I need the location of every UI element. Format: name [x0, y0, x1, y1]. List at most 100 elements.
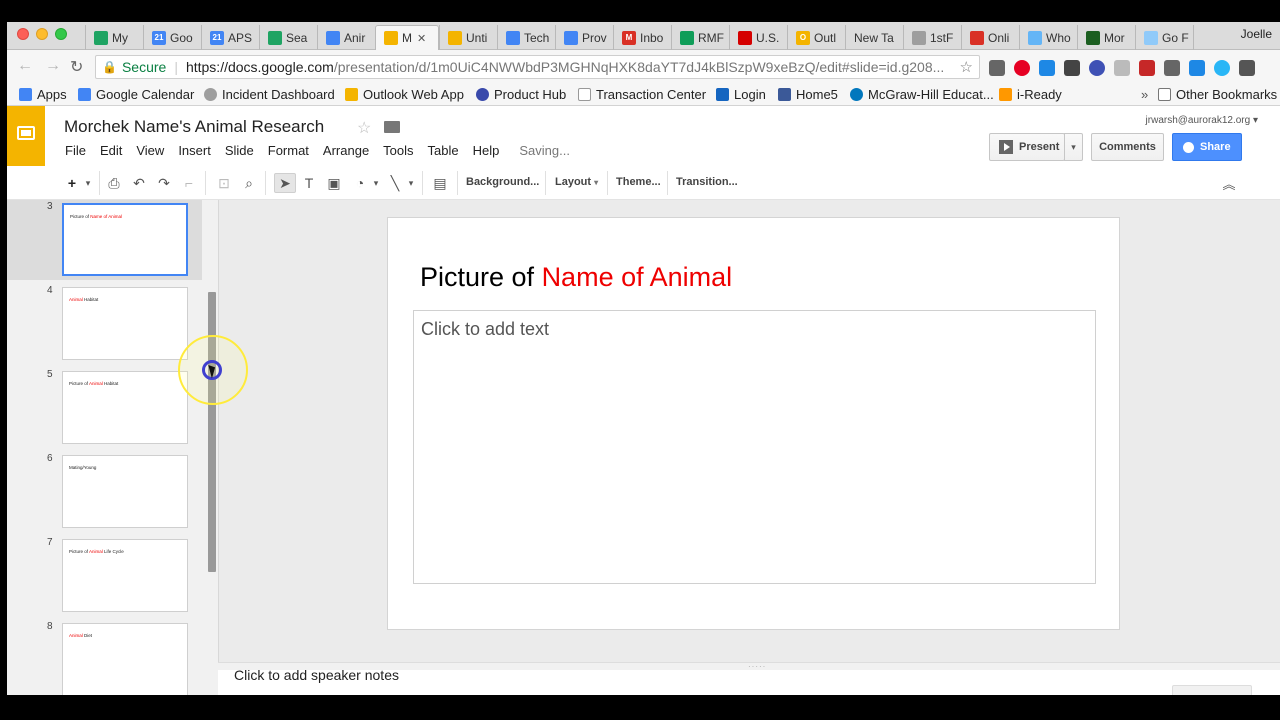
minimize-window-button[interactable] — [36, 28, 48, 40]
line-chevron-icon[interactable]: ▾ — [406, 173, 416, 193]
zoom-window-button[interactable] — [55, 28, 67, 40]
present-button[interactable]: Present — [989, 133, 1065, 161]
close-window-button[interactable] — [17, 28, 29, 40]
browser-tab[interactable]: 1stF — [903, 25, 961, 50]
menu-tools[interactable]: Tools — [383, 143, 413, 158]
browser-tab[interactable]: Unti — [439, 25, 497, 50]
extension-icon[interactable] — [1064, 60, 1080, 76]
bookmark-item[interactable]: Home5 — [778, 87, 838, 102]
bookmark-item[interactable]: Product Hub — [476, 87, 566, 102]
bookmark-item[interactable]: Google Calendar — [78, 87, 194, 102]
slide-thumbnail[interactable]: Animal Habitat — [62, 287, 188, 360]
folder-icon[interactable] — [384, 121, 400, 133]
slide-thumbnail[interactable]: Picture of Animal Habitat — [62, 371, 188, 444]
browser-tab[interactable]: Anir — [317, 25, 375, 50]
speaker-notes[interactable]: Click to add speaker notes — [218, 667, 1280, 695]
bookmark-item[interactable]: Transaction Center — [578, 87, 706, 102]
browser-tab[interactable]: New Ta — [845, 25, 903, 50]
browser-tab[interactable]: Tech — [497, 25, 555, 50]
bookmark-item[interactable]: McGraw-Hill Educat... — [850, 87, 994, 102]
print-icon[interactable]: ⎙ — [104, 173, 124, 193]
new-slide-chevron-icon[interactable]: ▾ — [82, 173, 94, 193]
other-bookmarks[interactable]: Other Bookmarks — [1158, 87, 1277, 102]
new-tab-button[interactable] — [1193, 25, 1233, 50]
menu-edit[interactable]: Edit — [100, 143, 122, 158]
menu-insert[interactable]: Insert — [178, 143, 211, 158]
undo-icon[interactable]: ↶ — [129, 173, 149, 193]
bookmark-item[interactable]: i-Ready — [999, 87, 1062, 102]
current-slide[interactable]: Picture of Name of Animal Click to add t… — [387, 217, 1120, 630]
browser-tab[interactable]: Sea — [259, 25, 317, 50]
bookmark-star-icon[interactable]: ☆ — [960, 58, 973, 76]
menu-icon[interactable] — [1239, 60, 1255, 76]
layout-button[interactable]: Layout ▾ — [555, 176, 598, 188]
browser-tab[interactable]: My — [85, 25, 143, 50]
forward-arrow-icon[interactable]: → — [45, 57, 61, 75]
paint-format-icon[interactable]: ⌐ — [179, 173, 199, 193]
slide-thumbnail[interactable]: Picture of Name of Animal — [62, 203, 188, 276]
menu-help[interactable]: Help — [473, 143, 500, 158]
browser-tab[interactable]: Onli — [961, 25, 1019, 50]
collapse-chevron-icon[interactable]: ︽ — [1219, 173, 1239, 193]
share-button[interactable]: Share — [1172, 133, 1242, 161]
slides-logo-icon[interactable] — [7, 106, 45, 166]
shape-icon[interactable]: ◔ — [349, 173, 371, 193]
browser-tab[interactable]: Who — [1019, 25, 1077, 50]
browser-tab[interactable]: Mor — [1077, 25, 1135, 50]
bookmark-item[interactable]: Outlook Web App — [345, 87, 464, 102]
theme-button[interactable]: Theme... — [616, 176, 661, 188]
text-box-icon[interactable]: T — [299, 173, 319, 193]
account-email[interactable]: jrwarsh@aurorak12.org ▾ — [1146, 115, 1258, 126]
reload-icon[interactable]: ↻ — [70, 57, 83, 77]
image-icon[interactable]: ▣ — [324, 173, 344, 193]
document-title[interactable]: Morchek Name's Animal Research — [64, 117, 324, 137]
browser-tab[interactable]: 21 Goo — [143, 25, 201, 50]
extension-icon[interactable] — [989, 60, 1005, 76]
zoom-icon[interactable]: ⌕ — [239, 173, 259, 193]
browser-tab[interactable]: U.S. — [729, 25, 787, 50]
bookmark-apps[interactable]: Apps — [19, 87, 67, 102]
active-browser-tab[interactable]: M ✕ — [375, 25, 439, 50]
extension-icon[interactable] — [1114, 60, 1130, 76]
menu-view[interactable]: View — [136, 143, 164, 158]
menu-file[interactable]: File — [65, 143, 86, 158]
slide-title[interactable]: Picture of Name of Animal — [420, 262, 732, 293]
browser-tab[interactable]: RMF — [671, 25, 729, 50]
slide-body-placeholder[interactable]: Click to add text — [413, 310, 1096, 584]
pinterest-icon[interactable] — [1014, 60, 1030, 76]
slide-thumbnail[interactable]: Animal Diet — [62, 623, 188, 695]
browser-tab[interactable]: O Outl — [787, 25, 845, 50]
extension-icon[interactable] — [1164, 60, 1180, 76]
browser-tab[interactable]: Prov — [555, 25, 613, 50]
extension-icon[interactable] — [1214, 60, 1230, 76]
line-icon[interactable]: ╲ — [385, 173, 405, 193]
star-icon[interactable]: ☆ — [357, 118, 371, 138]
menu-arrange[interactable]: Arrange — [323, 143, 369, 158]
select-arrow-icon[interactable]: ➤ — [274, 173, 296, 193]
bookmark-item[interactable]: Incident Dashboard — [204, 87, 335, 102]
browser-tab[interactable]: Go F — [1135, 25, 1193, 50]
redo-icon[interactable]: ↷ — [154, 173, 174, 193]
extension-icon[interactable] — [1139, 60, 1155, 76]
back-arrow-icon[interactable]: ← — [17, 57, 33, 75]
menu-slide[interactable]: Slide — [225, 143, 254, 158]
comment-icon[interactable]: ▤ — [430, 173, 450, 193]
slide-thumbnail[interactable]: Picture of Animal Life Cycle — [62, 539, 188, 612]
background-button[interactable]: Background... — [466, 176, 539, 188]
profile-name[interactable]: Joelle — [1241, 27, 1272, 41]
extension-icon[interactable] — [1089, 60, 1105, 76]
browser-tab[interactable]: M Inbo — [613, 25, 671, 50]
extension-icon[interactable] — [1189, 60, 1205, 76]
menu-table[interactable]: Table — [428, 143, 459, 158]
present-options-chevron-icon[interactable]: ▾ — [1064, 133, 1083, 161]
new-slide-plus-icon[interactable]: + — [62, 173, 82, 193]
transition-button[interactable]: Transition... — [676, 176, 738, 188]
explore-button[interactable] — [1172, 685, 1252, 695]
slide-thumbnail[interactable]: Mating/Young — [62, 455, 188, 528]
extension-icon[interactable] — [1039, 60, 1055, 76]
menu-format[interactable]: Format — [268, 143, 309, 158]
url-field[interactable]: 🔒 Secure | https://docs.google.com/prese… — [95, 55, 980, 79]
shape-chevron-icon[interactable]: ▾ — [371, 173, 381, 193]
comments-button[interactable]: Comments — [1091, 133, 1164, 161]
zoom-fit-icon[interactable]: ⊡ — [214, 173, 234, 193]
